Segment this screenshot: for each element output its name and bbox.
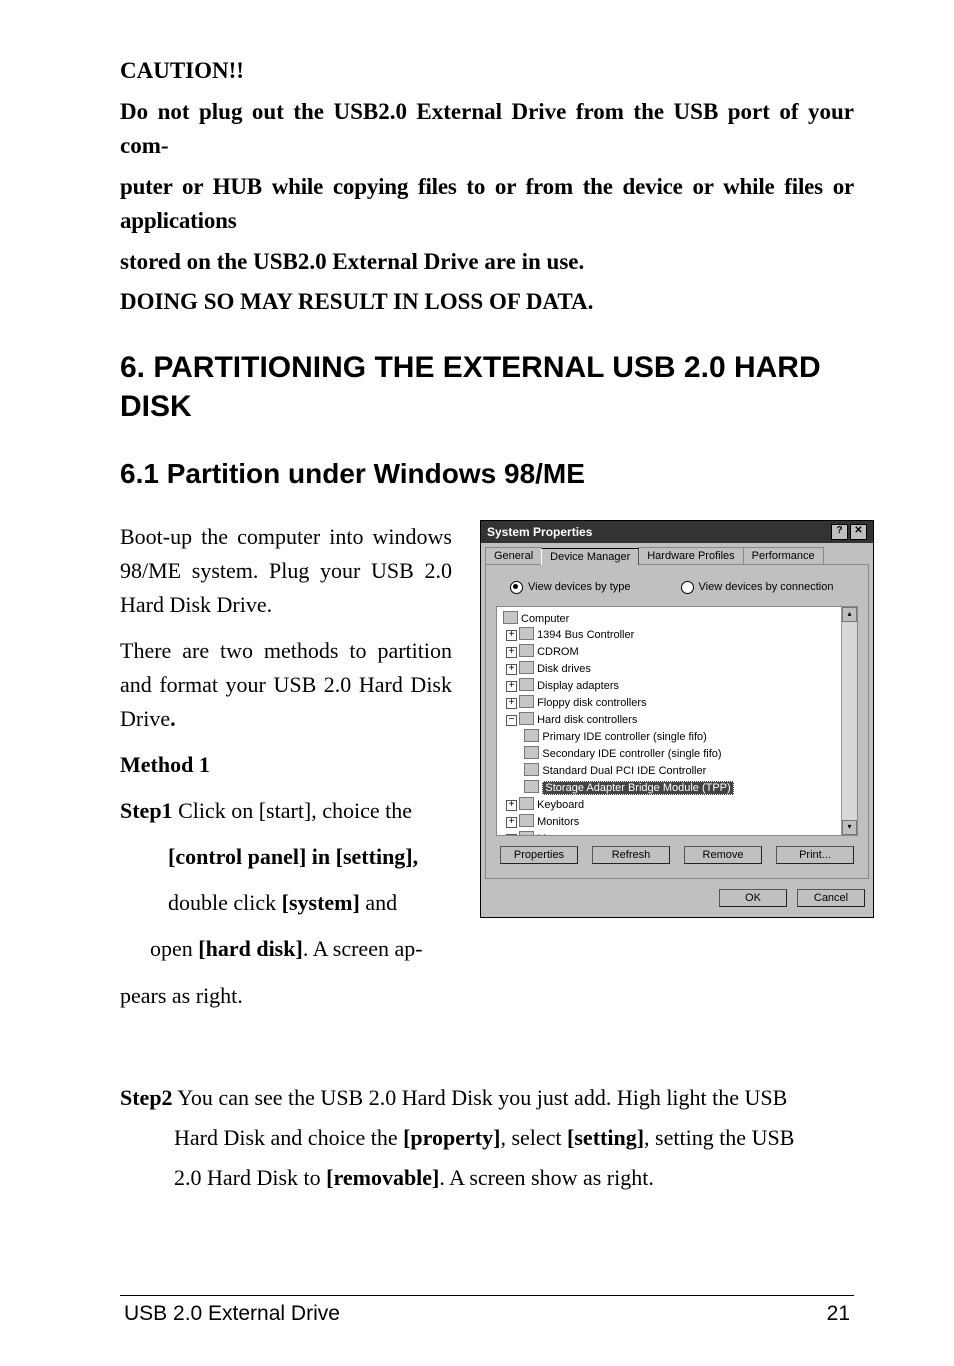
step2-line3: 2.0 Hard Disk to [removable]. A screen s… <box>120 1161 854 1195</box>
tree-child[interactable]: Secondary IDE controller (single fifo) <box>499 746 855 763</box>
tree-node[interactable]: +Disk drives <box>499 661 855 678</box>
caution-block: CAUTION!! Do not plug out the USB2.0 Ext… <box>120 54 854 320</box>
tree-node[interactable]: +CDROM <box>499 644 855 661</box>
controller-icon <box>524 746 539 759</box>
controller-icon <box>519 712 534 725</box>
cancel-button[interactable]: Cancel <box>797 889 865 907</box>
radio-view-by-type[interactable]: View devices by type <box>510 581 631 594</box>
dialog-titlebar[interactable]: System Properties ? ✕ <box>481 521 873 543</box>
dialog-body: General Device Manager Hardware Profiles… <box>481 543 873 883</box>
help-button[interactable]: ? <box>831 524 848 540</box>
disk-icon <box>519 661 534 674</box>
keyboard-icon <box>519 797 534 810</box>
step2-block: Step2 You can see the USB 2.0 Hard Disk … <box>120 1081 854 1195</box>
caution-title: CAUTION!! <box>120 54 854 89</box>
page-footer: USB 2.0 External Drive 21 <box>120 1302 854 1366</box>
ok-button[interactable]: OK <box>719 889 787 907</box>
tree-child[interactable]: Primary IDE controller (single fifo) <box>499 729 855 746</box>
expand-icon[interactable]: + <box>506 800 517 811</box>
properties-button[interactable]: Properties <box>500 846 578 864</box>
expand-icon[interactable]: + <box>506 630 517 641</box>
step2-line2: Hard Disk and choice the [property], sel… <box>120 1121 854 1155</box>
expand-icon[interactable]: + <box>506 817 517 828</box>
floppy-icon <box>519 695 534 708</box>
tab-strip: General Device Manager Hardware Profiles… <box>485 547 869 564</box>
tree-node[interactable]: +Floppy disk controllers <box>499 695 855 712</box>
step1-line3: double click [system] and <box>120 886 452 920</box>
view-radio-row: View devices by type View devices by con… <box>496 575 858 606</box>
footer-doc-title: USB 2.0 External Drive <box>124 1302 340 1326</box>
caution-line3: stored on the USB2.0 External Drive are … <box>120 245 854 280</box>
device-icon <box>519 627 534 640</box>
tree-child-selected[interactable]: Storage Adapter Bridge Module (TPP) <box>499 780 855 797</box>
tab-panel: View devices by type View devices by con… <box>485 564 869 879</box>
controller-icon <box>524 729 539 742</box>
document-page: CAUTION!! Do not plug out the USB2.0 Ext… <box>0 0 954 1366</box>
dialog-footer: OK Cancel <box>481 883 873 917</box>
step1-tail: pears as right. <box>120 979 452 1013</box>
tree-node[interactable]: +Keyboard <box>499 797 855 814</box>
radio-view-by-connection[interactable]: View devices by connection <box>681 581 834 594</box>
controller-icon <box>524 763 539 776</box>
step1-line4: open [hard disk]. A screen ap- <box>120 932 452 966</box>
section-heading: 6. PARTITIONING THE EXTERNAL USB 2.0 HAR… <box>120 348 854 426</box>
subsection-heading: 6.1 Partition under Windows 98/ME <box>120 458 854 490</box>
print-button[interactable]: Print... <box>776 846 854 864</box>
dot-icon <box>681 581 694 594</box>
caution-doingso: DOING SO MAY RESULT IN LOSS OF DATA. <box>120 285 854 320</box>
scroll-up-icon[interactable]: ▴ <box>842 607 857 622</box>
scroll-down-icon[interactable]: ▾ <box>842 820 857 835</box>
tree-node[interactable]: +Display adapters <box>499 678 855 695</box>
tree-node[interactable]: +1394 Bus Controller <box>499 627 855 644</box>
mouse-icon <box>519 831 534 836</box>
radio-label-type: View devices by type <box>528 581 631 593</box>
close-button[interactable]: ✕ <box>850 524 867 540</box>
tab-general[interactable]: General <box>485 547 542 564</box>
intro-paragraph-1: Boot-up the computer into windows 98/ME … <box>120 520 452 622</box>
expand-icon[interactable]: + <box>506 698 517 709</box>
remove-button[interactable]: Remove <box>684 846 762 864</box>
step1-block: Step1 Click on [start], choice the [cont… <box>120 794 452 1012</box>
display-icon <box>519 678 534 691</box>
expand-icon[interactable]: + <box>506 664 517 675</box>
dialog-title: System Properties <box>487 525 592 539</box>
tree-node[interactable]: −Hard disk controllers <box>499 712 855 729</box>
monitor-icon <box>519 814 534 827</box>
expand-icon[interactable]: + <box>506 681 517 692</box>
caution-line2: puter or HUB while copying files to or f… <box>120 170 854 239</box>
dialog-button-row: Properties Refresh Remove Print... <box>496 836 858 868</box>
left-text-column: Boot-up the computer into windows 98/ME … <box>120 520 452 1025</box>
tree-child[interactable]: Standard Dual PCI IDE Controller <box>499 763 855 780</box>
tab-hardware-profiles[interactable]: Hardware Profiles <box>638 547 743 564</box>
step1-line1: Step1 Click on [start], choice the <box>120 794 452 828</box>
refresh-button[interactable]: Refresh <box>592 846 670 864</box>
radio-label-conn: View devices by connection <box>699 581 834 593</box>
expand-icon[interactable]: + <box>506 647 517 658</box>
tree-node[interactable]: +Monitors <box>499 814 855 831</box>
dot-icon <box>510 581 523 594</box>
cdrom-icon <box>519 644 534 657</box>
computer-icon <box>503 611 518 624</box>
system-properties-dialog: System Properties ? ✕ General Device Man… <box>480 520 874 918</box>
step2-line1: Step2 You can see the USB 2.0 Hard Disk … <box>120 1081 854 1115</box>
method-label: Method 1 <box>120 748 452 782</box>
collapse-icon[interactable]: − <box>506 715 517 726</box>
footer-rule <box>120 1295 854 1296</box>
device-tree[interactable]: Computer +1394 Bus Controller +CDROM +Di… <box>496 606 858 836</box>
step1-line2: [control panel] in [setting], <box>120 840 452 874</box>
tree-node[interactable]: +Mouse <box>499 831 855 836</box>
tab-performance[interactable]: Performance <box>743 547 824 564</box>
caution-line1: Do not plug out the USB2.0 External Driv… <box>120 95 854 164</box>
expand-icon[interactable]: + <box>506 834 517 836</box>
tree-scrollbar[interactable]: ▴ ▾ <box>841 607 857 835</box>
tree-root[interactable]: Computer <box>499 611 855 628</box>
controller-icon <box>524 780 539 793</box>
intro-paragraph-2: There are two methods to partition and f… <box>120 634 452 736</box>
two-column-row: Boot-up the computer into windows 98/ME … <box>120 520 854 1025</box>
tab-device-manager[interactable]: Device Manager <box>541 548 639 565</box>
footer-page-number: 21 <box>827 1302 850 1326</box>
